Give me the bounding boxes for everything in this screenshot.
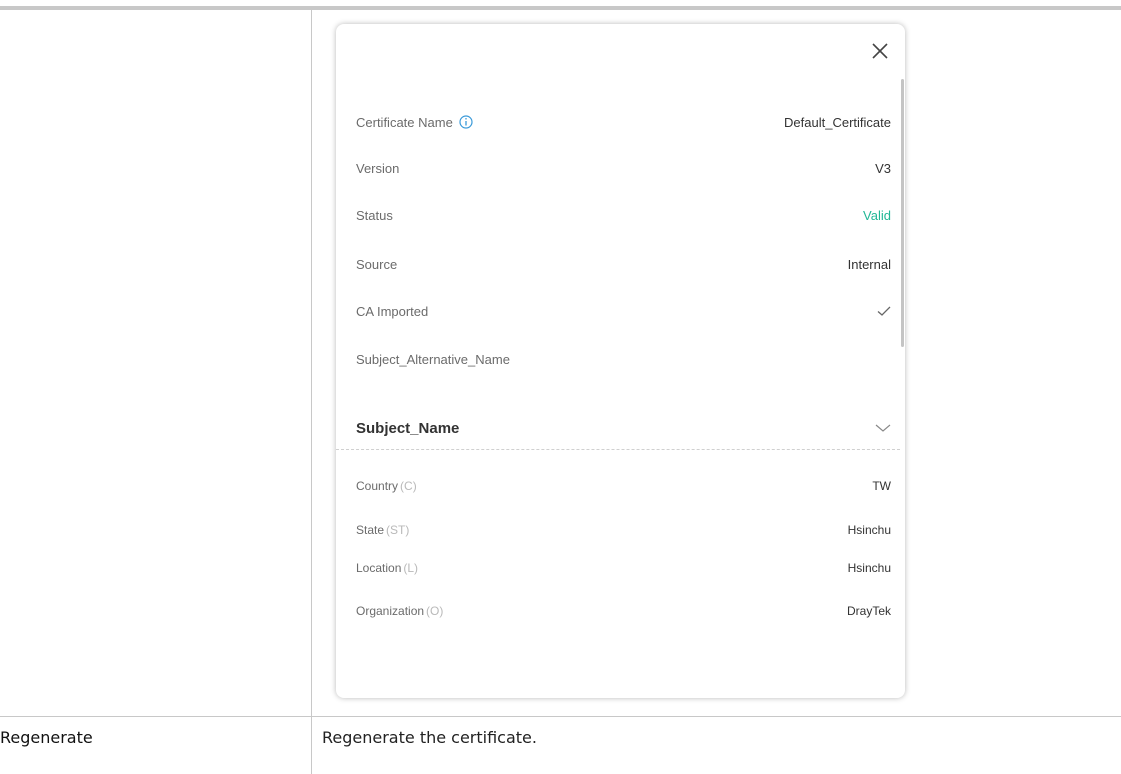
certificate-name-label: Certificate Name (356, 114, 453, 130)
subject-field-code: (O) (426, 604, 444, 618)
subject-field-row: State (ST) Hsinchu (356, 520, 891, 540)
subject-field-code: (C) (400, 479, 417, 493)
subject-field-label-wrap: Location (L) (356, 561, 418, 575)
subject-field-label: Organization (356, 604, 425, 618)
subject-field-label: State (356, 523, 385, 537)
source-value: Internal (847, 256, 891, 272)
version-label: Version (356, 160, 400, 176)
ca-imported-label: CA Imported (356, 303, 429, 319)
regenerate-label: Regenerate (0, 728, 93, 747)
certificate-detail-panel: Certificate Name Default_Certificate Ver… (336, 24, 905, 698)
status-value: Valid (863, 207, 891, 223)
certificate-name-value: Default_Certificate (784, 114, 891, 130)
san-label: Subject_Alternative_Name (356, 351, 510, 367)
subject-field-label: Location (356, 561, 402, 575)
close-icon (872, 43, 888, 59)
subject-field-label: Country (356, 479, 399, 493)
regenerate-description: Regenerate the certificate. (322, 728, 537, 747)
subject-field-code: (L) (403, 561, 419, 575)
subject-name-toggle[interactable]: Subject_Name (356, 413, 891, 443)
subject-field-label-wrap: Organization (O) (356, 604, 443, 618)
subject-field-row: Organization (O) DrayTek (356, 601, 891, 621)
close-button[interactable] (869, 40, 891, 62)
table-row-divider (0, 716, 1121, 717)
certificate-name-row: Certificate Name Default_Certificate (356, 110, 891, 134)
checkmark-icon (877, 306, 891, 316)
san-row: Subject_Alternative_Name (356, 347, 891, 371)
subject-name-title: Subject_Name (356, 419, 460, 437)
panel-scrollbar[interactable] (901, 79, 904, 347)
subject-field-value: Hsinchu (847, 523, 891, 537)
version-value: V3 (875, 160, 891, 176)
source-label: Source (356, 256, 398, 272)
subject-field-value: DrayTek (846, 604, 891, 618)
source-row: Source Internal (356, 252, 891, 276)
subject-field-label-wrap: State (ST) (356, 523, 409, 537)
subject-field-value: TW (872, 479, 891, 493)
table-top-border (0, 6, 1121, 10)
chevron-down-icon (875, 424, 891, 432)
info-icon[interactable] (459, 115, 473, 129)
ca-imported-row: CA Imported (356, 299, 891, 323)
status-label: Status (356, 207, 393, 223)
certificate-name-label-wrap: Certificate Name (356, 115, 473, 130)
status-row: Status Valid (356, 203, 891, 227)
subject-field-label-wrap: Country (C) (356, 479, 417, 493)
section-divider (336, 449, 900, 450)
subject-field-value: Hsinchu (847, 561, 891, 575)
table-column-divider (311, 10, 312, 774)
subject-field-code: (ST) (386, 523, 410, 537)
subject-field-row: Location (L) Hsinchu (356, 558, 891, 578)
subject-field-row: Country (C) TW (356, 476, 891, 496)
version-row: Version V3 (356, 156, 891, 180)
